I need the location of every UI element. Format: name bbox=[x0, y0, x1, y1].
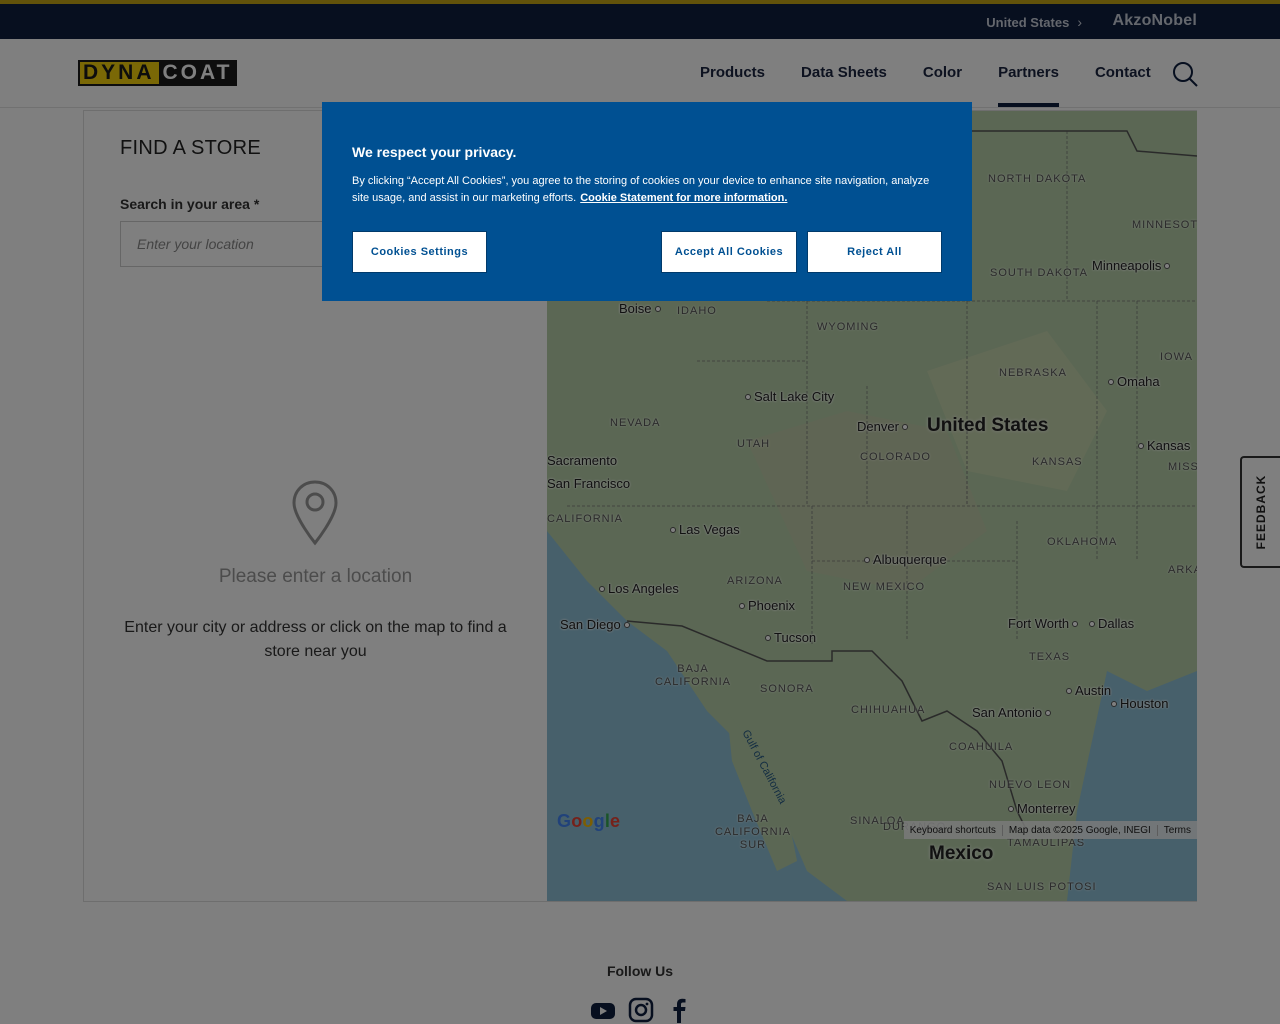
accept-all-cookies-button[interactable]: Accept All Cookies bbox=[661, 231, 797, 273]
reject-all-button[interactable]: Reject All bbox=[807, 231, 942, 273]
cookies-settings-button[interactable]: Cookies Settings bbox=[352, 231, 487, 273]
cookie-consent-dialog: We respect your privacy. By clicking “Ac… bbox=[322, 102, 972, 301]
cookie-body: By clicking “Accept All Cookies”, you ag… bbox=[352, 175, 930, 204]
cookie-title: We respect your privacy. bbox=[352, 144, 517, 160]
cookie-statement-link[interactable]: Cookie Statement for more information. bbox=[580, 192, 787, 204]
